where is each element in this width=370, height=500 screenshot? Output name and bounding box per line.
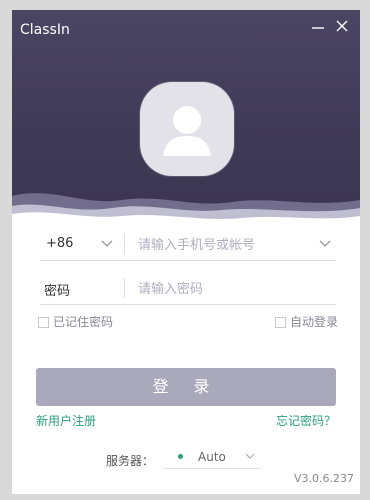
chevron-down-icon[interactable] xyxy=(318,236,332,250)
checkbox-icon[interactable] xyxy=(274,317,286,328)
register-link[interactable]: 新用户注册 xyxy=(36,412,96,429)
login-button[interactable]: 登 录 xyxy=(36,368,336,406)
login-window: ClassIn +86 密码 已记住密码 xyxy=(12,10,360,494)
server-label: 服务器： xyxy=(106,454,155,468)
header-waves xyxy=(12,193,360,238)
forgot-password-link[interactable]: 忘记密码？ xyxy=(276,412,336,429)
auto-login-checkbox[interactable]: 自动登录 xyxy=(274,313,338,330)
divider xyxy=(124,234,125,254)
password-row: 密码 xyxy=(40,274,336,305)
auto-login-label: 自动登录 xyxy=(289,315,338,329)
chevron-down-icon[interactable] xyxy=(244,450,256,462)
options-row: 已记住密码 自动登录 xyxy=(38,313,338,329)
remember-password-checkbox[interactable]: 已记住密码 xyxy=(38,313,113,330)
phone-input[interactable] xyxy=(136,234,320,256)
close-icon[interactable] xyxy=(332,18,352,38)
password-label: 密码 xyxy=(44,284,71,299)
divider xyxy=(124,278,125,298)
user-avatar-icon xyxy=(140,82,234,176)
server-select[interactable]: Auto xyxy=(164,446,260,469)
server-value: Auto xyxy=(198,450,226,464)
password-input[interactable] xyxy=(136,278,320,300)
country-code[interactable]: +86 xyxy=(46,236,73,251)
remember-password-label: 已记住密码 xyxy=(53,315,114,329)
version-label: V3.0.6.237 xyxy=(293,472,354,485)
chevron-down-icon[interactable] xyxy=(100,236,114,250)
phone-row: +86 xyxy=(40,230,336,261)
status-dot xyxy=(178,454,183,459)
checkbox-icon[interactable] xyxy=(38,317,49,328)
app-title: ClassIn xyxy=(20,22,70,38)
minimize-icon[interactable] xyxy=(308,18,328,38)
